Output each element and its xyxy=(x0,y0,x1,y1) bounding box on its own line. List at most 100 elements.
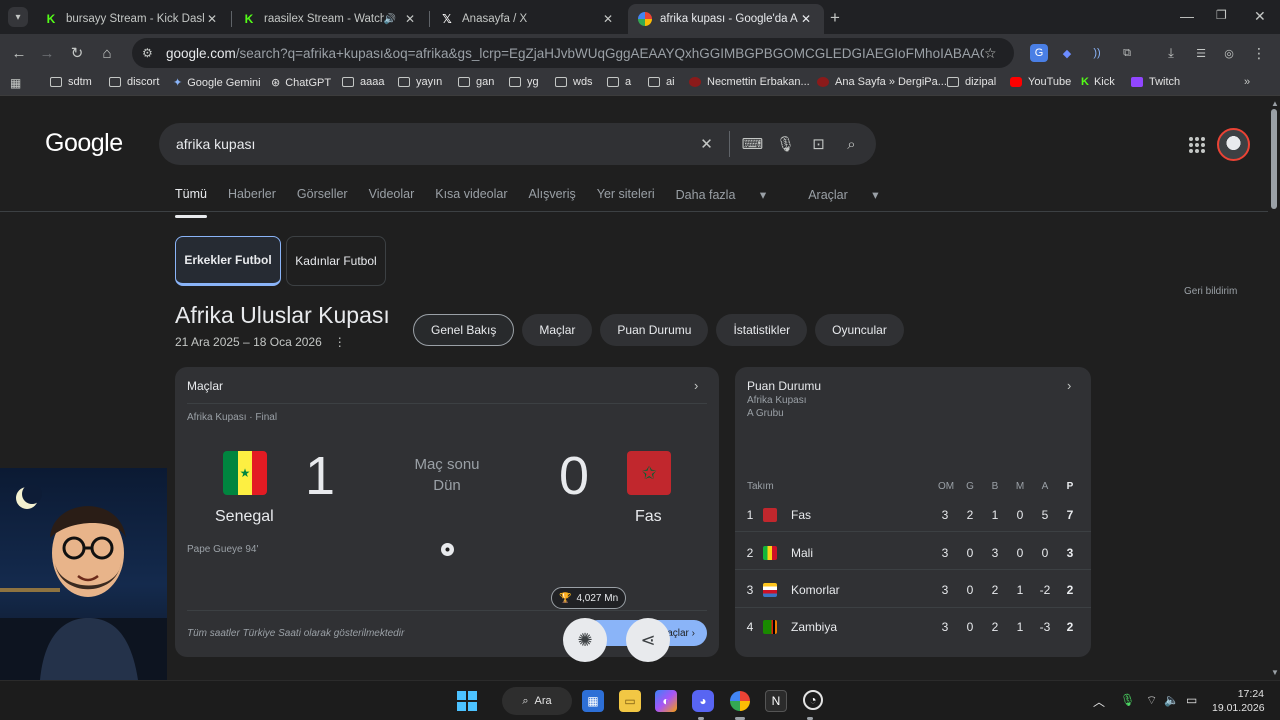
translate-icon[interactable]: G xyxy=(1030,44,1048,62)
table-row[interactable]: 4 Zambiya 3 0 2 1 -3 2 xyxy=(735,620,1091,657)
menu-icon[interactable]: ⋮ xyxy=(1250,44,1268,62)
tray-overflow-icon[interactable]: ︿ xyxy=(1093,693,1105,710)
search-icon[interactable]: ⌕ xyxy=(835,136,868,153)
tab-shopping[interactable]: Alışveriş xyxy=(529,187,576,202)
bookmark-item[interactable]: K Kick xyxy=(1081,76,1115,88)
chevron-right-icon[interactable]: › xyxy=(1067,378,1071,393)
away-team-name[interactable]: Fas xyxy=(635,508,662,526)
table-row[interactable]: 3 Komorlar 3 0 2 1 -2 2 xyxy=(735,583,1091,620)
tab-short-videos[interactable]: Kısa videolar xyxy=(435,187,507,202)
close-icon[interactable]: ✕ xyxy=(798,12,814,26)
bookmark-item[interactable]: wds xyxy=(555,76,593,88)
window-close-icon[interactable]: ✕ xyxy=(1254,8,1266,25)
wave-extension-icon[interactable]: )) xyxy=(1088,44,1106,62)
close-icon[interactable]: ✕ xyxy=(204,12,220,26)
home-team-name[interactable]: Senegal xyxy=(215,508,274,526)
pill-standings[interactable]: Puan Durumu xyxy=(600,314,709,346)
keyboard-icon[interactable]: ⌨ xyxy=(736,135,769,153)
bookmark-item[interactable]: ai xyxy=(648,76,675,88)
microsoft-store-icon[interactable]: ▦ xyxy=(582,690,604,712)
apps-grid-icon[interactable]: ▦ xyxy=(10,76,21,90)
bookmark-item[interactable]: yg xyxy=(509,76,539,88)
chrome-icon[interactable] xyxy=(729,690,751,712)
clear-icon[interactable]: ✕ xyxy=(690,135,723,153)
profile-icon[interactable]: ◎ xyxy=(1220,44,1238,62)
back-icon[interactable]: ← xyxy=(8,42,30,64)
close-icon[interactable]: ✕ xyxy=(402,12,418,26)
search-input[interactable]: afrika kupası ✕ ⌨ 🎙 ⊡ ⌕ xyxy=(159,123,876,165)
pill-overview[interactable]: Genel Bakış xyxy=(413,314,515,346)
chevron-right-icon[interactable]: › xyxy=(694,378,698,393)
bookmark-item[interactable]: discort xyxy=(109,76,159,88)
microphone-tray-icon[interactable]: 🎙 xyxy=(1120,693,1135,707)
windows-start-icon[interactable] xyxy=(456,690,478,712)
taskbar-search-button[interactable]: ⌕ Ara xyxy=(502,687,572,715)
search-query[interactable]: afrika kupası xyxy=(176,136,690,152)
tab-news[interactable]: Haberler xyxy=(228,187,276,202)
bookmark-item[interactable]: ✦ Google Gemini xyxy=(173,76,261,90)
bookmark-item[interactable]: a xyxy=(607,76,631,88)
reading-list-icon[interactable]: ☰ xyxy=(1192,44,1210,62)
extensions-puzzle-icon[interactable]: ⧉ xyxy=(1118,44,1136,62)
tab-videos[interactable]: Videolar xyxy=(369,187,415,202)
bookmark-star-icon[interactable]: ☆ xyxy=(984,45,1004,62)
copilot-icon[interactable]: ◐ xyxy=(655,690,677,712)
forward-icon[interactable]: → xyxy=(36,42,58,64)
browser-tab-active[interactable]: afrika kupası - Google'da Ara ✕ xyxy=(628,4,824,34)
page-scrollbar[interactable]: ▲ ▼ xyxy=(1268,97,1280,680)
file-explorer-icon[interactable]: ▭ xyxy=(619,690,641,712)
bookmarks-overflow-icon[interactable]: » xyxy=(1244,76,1250,88)
tab-all[interactable]: Tümü xyxy=(175,187,207,218)
table-row[interactable]: 1 Fas 3 2 1 0 5 7 xyxy=(735,508,1091,545)
reload-icon[interactable]: ↻ xyxy=(66,42,88,64)
bookmark-item[interactable]: Ana Sayfa » DergiPa... xyxy=(817,76,947,88)
tab-men-football[interactable]: Erkekler Futbol xyxy=(175,236,281,286)
taskbar-clock[interactable]: 17:24 19.01.2026 xyxy=(1212,687,1265,715)
google-logo[interactable]: Google xyxy=(45,129,123,158)
pill-players[interactable]: Oyuncular xyxy=(815,314,904,346)
browser-tab[interactable]: 𝕏 Anasayfa / X ✕ xyxy=(430,4,626,34)
avatar[interactable] xyxy=(1217,128,1250,161)
bookmark-item[interactable]: aaaa xyxy=(342,76,384,88)
tab-women-football[interactable]: Kadınlar Futbol xyxy=(286,236,386,286)
address-bar[interactable]: ⚙ google.com/search?q=afrika+kupası&oq=a… xyxy=(132,38,1014,68)
microphone-icon[interactable]: 🎙 xyxy=(769,135,802,153)
speaker-icon[interactable]: 🔊 xyxy=(384,14,396,25)
browser-tab[interactable]: K bursayy Stream - Kick Dashboar ✕ xyxy=(34,4,230,34)
bookmark-item[interactable]: dizipal xyxy=(947,76,996,88)
matches-card-title[interactable]: Maçlar xyxy=(187,379,223,393)
close-icon[interactable]: ✕ xyxy=(600,12,616,26)
browser-tab[interactable]: K raasilex Stream - Watch Live 🔊 ✕ xyxy=(232,4,428,34)
tab-images[interactable]: Görseller xyxy=(297,187,348,202)
download-icon[interactable]: ⤓ xyxy=(1162,44,1180,62)
extension-icon[interactable]: ◆ xyxy=(1058,44,1076,62)
tab-places[interactable]: Yer siteleri xyxy=(597,187,655,202)
more-options-icon[interactable]: ⋮ xyxy=(334,335,346,349)
bookmark-item[interactable]: gan xyxy=(458,76,494,88)
bookmark-item[interactable]: sdtm xyxy=(50,76,92,88)
restore-icon[interactable]: ❐ xyxy=(1216,8,1227,22)
obs-icon[interactable]: ◔ xyxy=(803,690,823,710)
bookmark-item[interactable]: YouTube xyxy=(1010,76,1071,88)
lens-icon[interactable]: ⊡ xyxy=(802,135,835,153)
minimize-icon[interactable]: — xyxy=(1180,8,1194,24)
discord-icon[interactable]: ◕ xyxy=(692,690,714,712)
bookmark-item[interactable]: yayın xyxy=(398,76,442,88)
pill-statistics[interactable]: İstatistikler xyxy=(716,314,808,346)
new-tab-button[interactable]: + xyxy=(830,8,840,28)
tab-more[interactable]: Daha fazla ▾ xyxy=(676,187,788,202)
share-icon[interactable]: ⋖ xyxy=(626,618,670,662)
bookmark-item[interactable]: Necmettin Erbakan... xyxy=(689,76,810,88)
volume-icon[interactable]: 🔈 xyxy=(1164,693,1179,707)
tab-search-button[interactable]: ▾ xyxy=(8,7,28,27)
table-row[interactable]: 2 Mali 3 0 3 0 0 3 xyxy=(735,546,1091,583)
home-icon[interactable]: ⌂ xyxy=(96,42,118,64)
wifi-icon[interactable]: ⌔ xyxy=(1146,693,1157,708)
site-info-icon[interactable]: ⚙ xyxy=(142,46,156,60)
bookmark-item[interactable]: ⊛ ChatGPT xyxy=(271,76,331,90)
tab-tools[interactable]: Araçlar ▾ xyxy=(808,187,899,202)
feedback-link[interactable]: Geri bildirim xyxy=(1184,286,1237,297)
battery-icon[interactable]: ▭ xyxy=(1186,693,1197,707)
bookmark-item[interactable]: Twitch xyxy=(1131,76,1180,88)
standings-card-title[interactable]: Puan Durumu xyxy=(747,379,821,393)
